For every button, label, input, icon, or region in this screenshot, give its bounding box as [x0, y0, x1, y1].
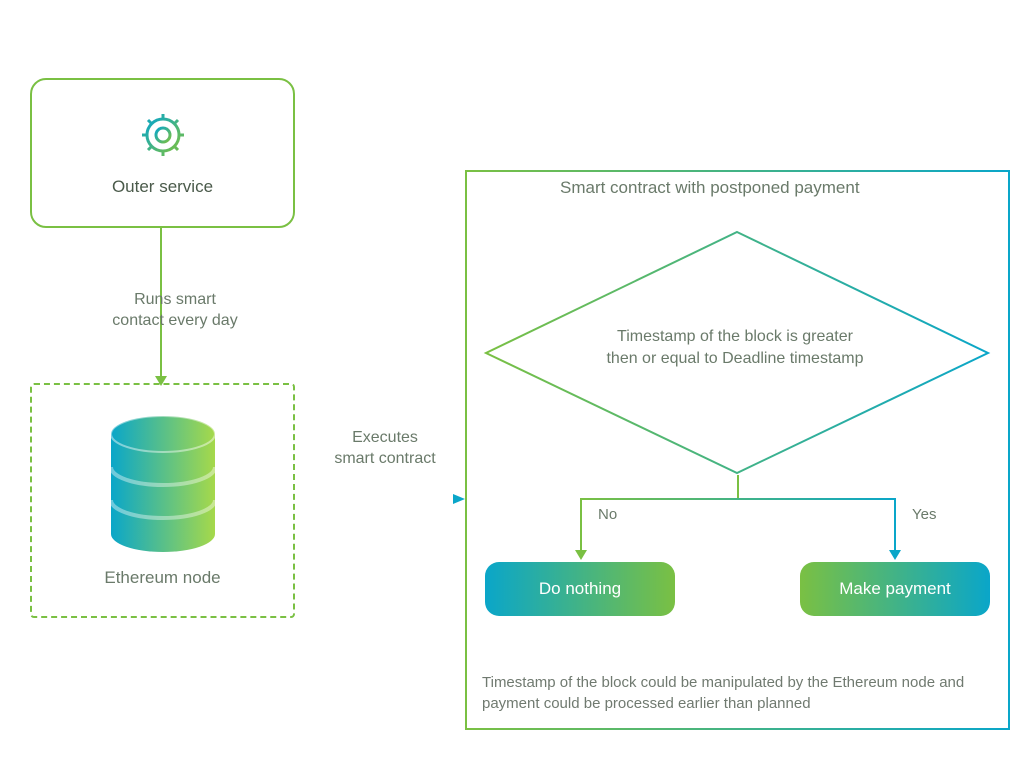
outer-service-box: Outer service — [30, 78, 295, 228]
runs-smart-label: Runs smart contact every day — [85, 290, 265, 332]
footnote-text: Timestamp of the block could be manipula… — [482, 672, 992, 714]
decision-stem — [737, 475, 739, 500]
make-payment-label: Make payment — [839, 579, 951, 599]
decision-text: Timestamp of the block is greater then o… — [545, 326, 925, 369]
arrow-to-no — [580, 500, 582, 552]
arrow-to-yes — [894, 500, 896, 552]
database-cylinder-icon — [103, 414, 223, 554]
postponed-payment-diagram: Outer service Runs smart contact every d… — [0, 0, 1024, 773]
gear-icon — [138, 110, 188, 165]
make-payment-box: Make payment — [800, 562, 990, 616]
do-nothing-label: Do nothing — [539, 579, 621, 599]
ethereum-node-box: Ethereum node — [30, 383, 295, 618]
do-nothing-box: Do nothing — [485, 562, 675, 616]
smart-contract-title: Smart contract with postponed payment — [560, 178, 860, 198]
outer-service-label: Outer service — [112, 177, 213, 197]
yes-label: Yes — [912, 506, 936, 523]
arrow-right-to-contract — [295, 498, 465, 500]
ethereum-node-label: Ethereum node — [104, 568, 220, 588]
executes-label: Executes smart contract — [310, 428, 460, 470]
no-label: No — [598, 506, 617, 523]
decision-branch-horizontal — [580, 498, 896, 500]
